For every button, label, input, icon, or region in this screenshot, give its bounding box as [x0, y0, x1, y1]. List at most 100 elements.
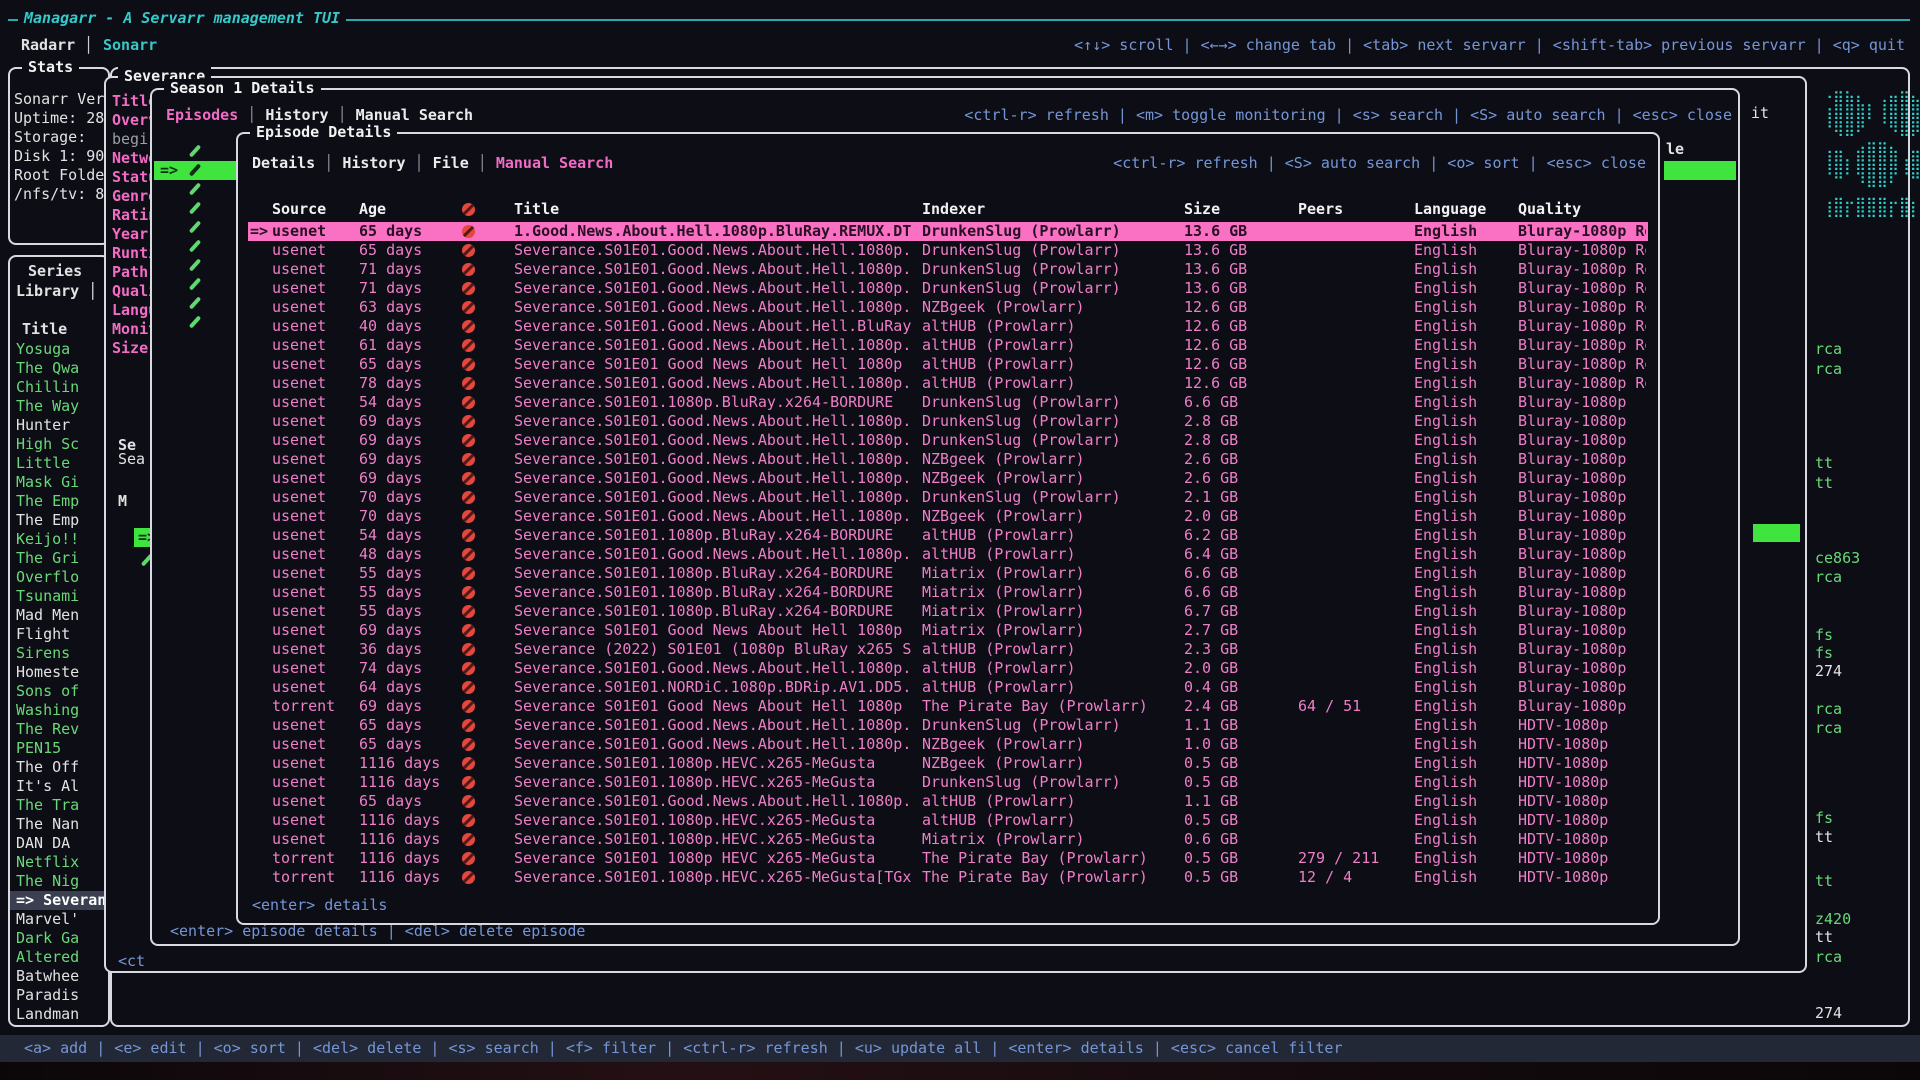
release-source: usenet [272, 336, 357, 355]
release-size: 0.5 GB [1184, 773, 1294, 792]
release-source: usenet [272, 298, 357, 317]
episode-tab-file[interactable]: File [433, 154, 469, 172]
release-row[interactable]: usenet69 daysSeverance.S01E01.Good.News.… [248, 431, 1648, 450]
rejected-icon [462, 624, 475, 637]
release-age: 65 days [359, 241, 459, 260]
release-title: Severance.S01E01.1080p.BluRay.x264-BORDU… [514, 393, 918, 412]
release-title: Severance.S01E01.Good.News.About.Hell.10… [514, 260, 918, 279]
rejected-icon [462, 795, 475, 808]
release-source: usenet [272, 678, 357, 697]
release-peers [1298, 659, 1410, 678]
release-row[interactable]: usenet55 daysSeverance.S01E01.1080p.BluR… [248, 583, 1648, 602]
release-row[interactable]: usenet69 daysSeverance.S01E01.Good.News.… [248, 450, 1648, 469]
release-row[interactable]: usenet69 daysSeverance.S01E01.Good.News.… [248, 412, 1648, 431]
release-row[interactable]: usenet1116 daysSeverance.S01E01.1080p.HE… [248, 830, 1648, 849]
release-title: Severance.S01E01.Good.News.About.Hell.10… [514, 336, 918, 355]
release-indexer: NZBgeek (Prowlarr) [922, 469, 1180, 488]
release-source: usenet [272, 279, 357, 298]
column-header: Source [272, 200, 357, 219]
release-title: Severance.S01E01.Good.News.About.Hell.Bl… [514, 317, 918, 336]
release-peers [1298, 374, 1410, 393]
release-peers [1298, 298, 1410, 317]
release-row[interactable]: usenet55 daysSeverance.S01E01.1080p.BluR… [248, 602, 1648, 621]
release-title: Severance.S01E01.Good.News.About.Hell.10… [514, 412, 918, 431]
release-peers [1298, 602, 1410, 621]
release-row[interactable]: usenet61 daysSeverance.S01E01.Good.News.… [248, 336, 1648, 355]
release-indexer: NZBgeek (Prowlarr) [922, 450, 1180, 469]
release-row[interactable]: usenet1116 daysSeverance.S01E01.1080p.HE… [248, 754, 1648, 773]
release-row[interactable]: usenet69 daysSeverance S01E01 Good News … [248, 621, 1648, 640]
release-quality: HDTV-1080p [1518, 830, 1646, 849]
release-row[interactable]: torrent69 daysSeverance S01E01 Good News… [248, 697, 1648, 716]
release-indexer: DrunkenSlug (Prowlarr) [922, 716, 1180, 735]
release-age: 69 days [359, 450, 459, 469]
release-title: Severance.S01E01.1080p.BluRay.x264-BORDU… [514, 583, 918, 602]
release-peers [1298, 830, 1410, 849]
release-indexer: altHUB (Prowlarr) [922, 792, 1180, 811]
release-language: English [1414, 260, 1514, 279]
release-title: Severance.S01E01.1080p.BluRay.x264-BORDU… [514, 564, 918, 583]
release-indexer: NZBgeek (Prowlarr) [922, 298, 1180, 317]
release-row[interactable]: usenet63 daysSeverance.S01E01.Good.News.… [248, 298, 1648, 317]
release-indexer: Miatrix (Prowlarr) [922, 830, 1180, 849]
release-row[interactable]: usenet54 daysSeverance.S01E01.1080p.BluR… [248, 393, 1648, 412]
release-age: 69 days [359, 697, 459, 716]
release-source: usenet [272, 640, 357, 659]
release-row[interactable]: usenet1116 daysSeverance.S01E01.1080p.HE… [248, 811, 1648, 830]
release-size: 2.1 GB [1184, 488, 1294, 507]
release-row[interactable]: usenet64 daysSeverance.S01E01.NORDiC.108… [248, 678, 1648, 697]
release-row[interactable]: usenet48 daysSeverance.S01E01.Good.News.… [248, 545, 1648, 564]
release-language: English [1414, 279, 1514, 298]
release-quality: Bluray-1080p [1518, 526, 1646, 545]
release-row[interactable]: usenet65 daysSeverance.S01E01.Good.News.… [248, 735, 1648, 754]
release-indexer: Miatrix (Prowlarr) [922, 621, 1180, 640]
release-quality: Bluray-1080p [1518, 640, 1646, 659]
reject-column-icon [462, 203, 475, 216]
release-age: 55 days [359, 583, 459, 602]
release-source: usenet [272, 773, 357, 792]
release-row[interactable]: usenet36 daysSeverance (2022) S01E01 (10… [248, 640, 1648, 659]
release-size: 0.5 GB [1184, 849, 1294, 868]
release-title: Severance.S01E01.NORDiC.1080p.BDRip.AV1.… [514, 678, 918, 697]
release-age: 40 days [359, 317, 459, 336]
episode-tab-history[interactable]: History [342, 154, 405, 172]
release-language: English [1414, 678, 1514, 697]
episode-tab-manual-search[interactable]: Manual Search [496, 154, 613, 172]
release-source: usenet [272, 355, 357, 374]
release-row[interactable]: torrent1116 daysSeverance S01E01 1080p H… [248, 849, 1648, 868]
rejected-icon [462, 605, 475, 618]
release-quality: Bluray-1080p Re [1518, 260, 1646, 279]
release-title: Severance.S01E01.Good.News.About.Hell.10… [514, 545, 918, 564]
release-row[interactable]: usenet78 daysSeverance.S01E01.Good.News.… [248, 374, 1648, 393]
release-size: 6.2 GB [1184, 526, 1294, 545]
release-size: 13.6 GB [1184, 241, 1294, 260]
release-row[interactable]: usenet70 daysSeverance.S01E01.Good.News.… [248, 507, 1648, 526]
release-row[interactable]: usenet69 daysSeverance.S01E01.Good.News.… [248, 469, 1648, 488]
release-source: torrent [272, 868, 357, 887]
rejected-icon [462, 776, 475, 789]
episode-tab-details[interactable]: Details [252, 154, 315, 172]
release-quality: HDTV-1080p [1518, 868, 1646, 887]
release-row[interactable]: usenet70 daysSeverance.S01E01.Good.News.… [248, 488, 1648, 507]
release-row[interactable]: usenet74 daysSeverance.S01E01.Good.News.… [248, 659, 1648, 678]
release-title: Severance.S01E01.Good.News.About.Hell.10… [514, 507, 918, 526]
release-row-selected[interactable]: =>usenet65 days1.Good.News.About.Hell.10… [248, 222, 1648, 241]
release-size: 0.4 GB [1184, 678, 1294, 697]
release-size: 0.5 GB [1184, 754, 1294, 773]
release-row[interactable]: usenet1116 daysSeverance.S01E01.1080p.HE… [248, 773, 1648, 792]
rejected-icon [462, 453, 475, 466]
release-row[interactable]: usenet71 daysSeverance.S01E01.Good.News.… [248, 260, 1648, 279]
release-row[interactable]: usenet71 daysSeverance.S01E01.Good.News.… [248, 279, 1648, 298]
release-row[interactable]: usenet65 daysSeverance.S01E01.Good.News.… [248, 716, 1648, 735]
release-row[interactable]: usenet55 daysSeverance.S01E01.1080p.BluR… [248, 564, 1648, 583]
release-row[interactable]: usenet65 daysSeverance S01E01 Good News … [248, 355, 1648, 374]
release-row[interactable]: usenet65 daysSeverance.S01E01.Good.News.… [248, 241, 1648, 260]
release-row[interactable]: torrent1116 daysSeverance.S01E01.1080p.H… [248, 868, 1648, 887]
release-quality: Bluray-1080p [1518, 545, 1646, 564]
release-title: Severance.S01E01.Good.News.About.Hell.10… [514, 735, 918, 754]
release-row[interactable]: usenet65 daysSeverance.S01E01.Good.News.… [248, 792, 1648, 811]
release-source: usenet [272, 545, 357, 564]
release-title: Severance.S01E01.Good.News.About.Hell.10… [514, 469, 918, 488]
release-row[interactable]: usenet40 daysSeverance.S01E01.Good.News.… [248, 317, 1648, 336]
release-row[interactable]: usenet54 daysSeverance.S01E01.1080p.BluR… [248, 526, 1648, 545]
